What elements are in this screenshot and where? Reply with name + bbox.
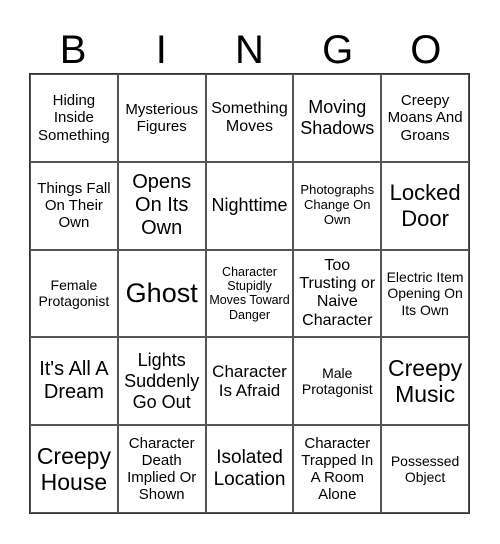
header-letter: O: [410, 28, 442, 72]
bingo-cell[interactable]: Too Trusting or Naive Character: [293, 249, 382, 338]
bingo-cell[interactable]: Creepy Music: [381, 337, 469, 426]
bingo-cell[interactable]: Male Protagonist: [293, 337, 382, 426]
bingo-cell[interactable]: Moving Shadows: [293, 74, 382, 162]
bingo-cell[interactable]: Creepy House: [30, 425, 118, 513]
bingo-cell[interactable]: Mysterious Figures: [117, 74, 206, 162]
bingo-cell[interactable]: Electric Item Opening On Its Own: [381, 249, 469, 338]
bingo-cell[interactable]: Lights Suddenly Go Out: [117, 337, 206, 426]
bingo-cell[interactable]: Hiding Inside Something: [30, 74, 118, 162]
bingo-cell[interactable]: Character Is Afraid: [205, 337, 294, 426]
bingo-cell[interactable]: Character Death Implied Or Shown: [117, 425, 206, 513]
header-letter: B: [59, 28, 87, 72]
bingo-grid: Hiding Inside Something Mysterious Figur…: [29, 73, 470, 514]
bingo-cell[interactable]: Isolated Location: [205, 425, 294, 513]
bingo-cell[interactable]: Character Trapped In A Room Alone: [293, 425, 382, 513]
bingo-cell[interactable]: Female Protagonist: [30, 249, 118, 338]
bingo-cell[interactable]: Opens On Its Own: [117, 161, 206, 250]
header-letter: I: [155, 28, 167, 72]
bingo-cell[interactable]: Ghost: [117, 249, 206, 338]
bingo-cell[interactable]: It's All A Dream: [30, 337, 118, 426]
bingo-header: B I N G O: [29, 22, 470, 78]
bingo-cell[interactable]: Possessed Object: [381, 425, 469, 513]
bingo-cell[interactable]: Things Fall On Their Own: [30, 161, 118, 250]
bingo-cell[interactable]: Nighttime: [205, 161, 294, 250]
bingo-cell[interactable]: Creepy Moans And Groans: [381, 74, 469, 162]
bingo-cell[interactable]: Photographs Change On Own: [293, 161, 382, 250]
header-letter: N: [235, 28, 264, 72]
bingo-cell[interactable]: Something Moves: [205, 74, 294, 162]
header-letter: G: [322, 28, 354, 72]
bingo-cell[interactable]: Locked Door: [381, 161, 469, 250]
bingo-cell[interactable]: Character Stupidly Moves Toward Danger: [205, 249, 294, 338]
